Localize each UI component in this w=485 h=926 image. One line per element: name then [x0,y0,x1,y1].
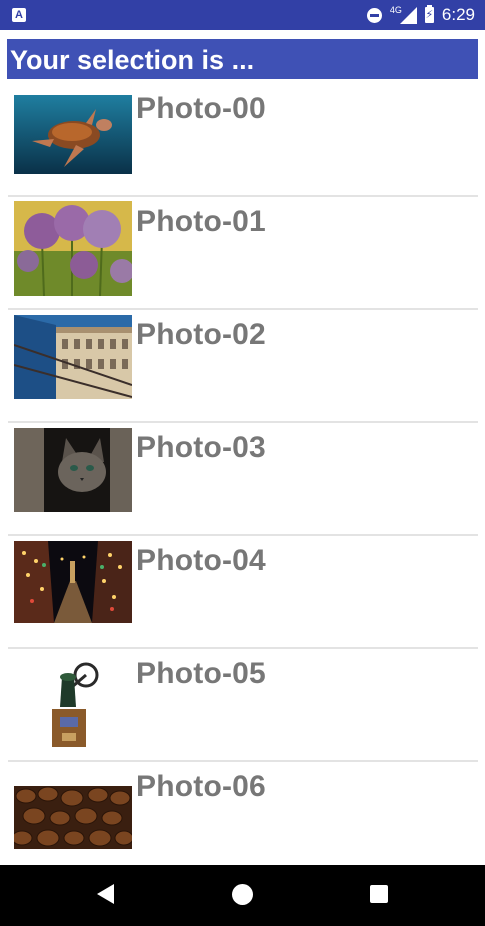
recents-icon[interactable] [370,885,388,903]
signal-icon [399,6,417,24]
list-item[interactable]: Photo-00 [8,84,478,197]
coffee-beans-image [14,786,132,849]
photo-list: Photo-00 Photo-01 Photo-02 Photo-03 Phot… [8,84,478,873]
coffee-grinder-image [14,657,132,751]
list-item[interactable]: Photo-05 [8,649,478,762]
list-item[interactable]: Photo-02 [8,310,478,423]
photo-label: Photo-03 [136,431,266,464]
status-icons: 4G ⚡ 6:29 [366,0,475,30]
kitten-image [14,428,132,512]
flowers-image [14,201,132,296]
photo-label: Photo-01 [136,205,266,238]
battery-charging-icon: ⚡ [424,5,434,23]
night-street-image [14,541,132,623]
photo-label: Photo-02 [136,318,266,351]
photo-label: Photo-04 [136,544,266,577]
page-title: Your selection is ... [7,39,478,79]
building-image [14,315,132,399]
app-notification-icon: A [12,8,26,22]
turtle-image [14,95,132,174]
status-bar: A 4G ⚡ 6:29 [0,0,485,30]
list-item[interactable]: Photo-01 [8,197,478,310]
home-icon[interactable] [232,884,253,905]
back-icon[interactable] [97,884,114,904]
photo-label: Photo-05 [136,657,266,690]
list-item[interactable]: Photo-03 [8,423,478,536]
list-item[interactable]: Photo-04 [8,536,478,649]
do-not-disturb-icon [366,7,382,23]
network-type: 4G [389,5,402,15]
photo-label: Photo-00 [136,92,266,125]
clock: 6:29 [441,5,475,24]
photo-label: Photo-06 [136,770,266,803]
list-item[interactable]: Photo-06 [8,762,478,873]
